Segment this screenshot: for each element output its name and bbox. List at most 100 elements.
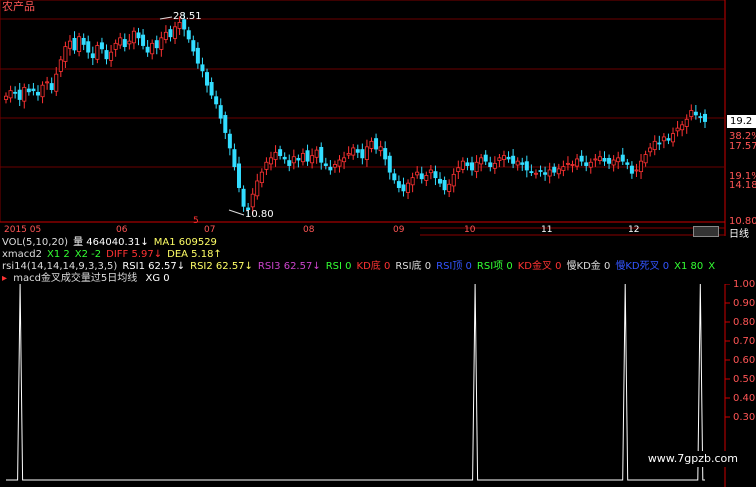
candle-body <box>118 37 123 46</box>
indicator-label: 0.50 <box>733 374 756 385</box>
candle-body <box>232 149 237 168</box>
candle-body <box>81 37 86 45</box>
candle-body <box>49 83 54 90</box>
price-chart-svg <box>0 0 726 236</box>
indicator-label: 0.60 <box>733 355 756 366</box>
candle-body <box>35 91 40 96</box>
candle-body <box>241 188 246 207</box>
candle-body <box>652 140 657 150</box>
candle-body <box>639 160 644 173</box>
candle-body <box>524 161 529 171</box>
candle-body <box>415 171 420 176</box>
candle-body <box>675 127 680 132</box>
indicator-panel[interactable]: 1.00 0.90 0.80 0.70 0.60 0.50 0.40 0.30 <box>0 279 756 487</box>
vol-status-row: VOL(5,10,20) 量 464040.31↓ MA1 609529 <box>2 237 222 249</box>
candle-body <box>154 40 159 49</box>
candle-body <box>54 73 59 92</box>
period-tab-daily[interactable]: 日线 <box>729 225 749 240</box>
candle-body <box>657 142 662 145</box>
macd-field: DIFF 5.97↓ <box>106 249 163 260</box>
candle-body <box>291 156 296 164</box>
candle-body <box>607 157 612 164</box>
candle-body <box>538 170 543 172</box>
indicator-label: 0.70 <box>733 336 756 347</box>
candle-body <box>195 47 200 64</box>
candle-body <box>689 110 694 117</box>
candle-body <box>469 162 474 171</box>
main-chart[interactable]: 农产品 28.51 10.80 5 19.2 38.2% 17.57 19.1%… <box>0 0 756 240</box>
price-label: 14.18 <box>729 180 756 191</box>
candle-body <box>396 181 401 188</box>
candle-body <box>86 41 91 53</box>
candle-body <box>474 161 479 173</box>
candle-body <box>323 163 328 166</box>
candle-body <box>145 46 150 53</box>
candle-body <box>561 166 566 171</box>
candle-body <box>533 172 538 175</box>
candle-body <box>95 45 100 60</box>
candle-body <box>305 150 310 162</box>
candle-body <box>346 153 351 156</box>
candle-body <box>438 178 443 184</box>
candle-body <box>506 156 511 160</box>
candle-body <box>671 133 676 143</box>
formula-name: macd金叉成交量过5日均线 <box>13 273 138 284</box>
candle-body <box>72 37 77 51</box>
current-price-tag: 19.2 <box>730 116 753 127</box>
candle-body <box>488 162 493 168</box>
candle-body <box>177 22 182 29</box>
vol-field: 量 464040.31↓ <box>73 237 149 248</box>
candle-body <box>410 177 415 186</box>
candle-body <box>314 149 319 158</box>
candle-body <box>433 171 438 179</box>
candle-body <box>369 140 374 149</box>
candle-body <box>529 171 534 174</box>
rsi-field: X1 80 <box>674 261 704 272</box>
date-label: 12 <box>628 225 640 235</box>
candle-body <box>501 155 506 160</box>
candle-body <box>104 50 109 60</box>
candle-body <box>570 164 575 166</box>
candle-body <box>575 158 580 167</box>
candle-body <box>597 156 602 161</box>
candle-body <box>620 154 625 162</box>
candle-body <box>616 157 621 163</box>
candle-body <box>552 166 557 173</box>
candle-body <box>515 160 520 166</box>
candle-body <box>492 162 497 169</box>
date-label: 09 <box>393 225 405 235</box>
candle-body <box>588 161 593 168</box>
scroll-thumb[interactable] <box>693 226 719 237</box>
candle-body <box>520 162 525 165</box>
candle-body <box>168 29 173 38</box>
vol-field: MA1 609529 <box>153 237 217 248</box>
indicator-label: 0.40 <box>733 393 756 404</box>
rsi-field: KD金叉 0 <box>517 261 562 272</box>
candle-body <box>428 169 433 174</box>
candle-body <box>451 173 456 187</box>
rsi-field: RSI3 62.57↓ <box>257 261 321 272</box>
rsi-field: RSI1 62.57↓ <box>122 261 186 272</box>
instrument-title: 农产品 <box>2 0 35 13</box>
candle-body <box>378 146 383 152</box>
rsi-field: RSI 0 <box>325 261 352 272</box>
candle-body <box>278 149 283 157</box>
indicator-label: 1.00 <box>733 279 756 290</box>
marker-label: 5 <box>193 216 199 226</box>
candle-body <box>698 116 703 118</box>
candle-body <box>77 36 82 52</box>
candle-body <box>460 160 465 170</box>
candle-body <box>319 146 324 163</box>
candle-body <box>282 156 287 160</box>
candle-body <box>296 157 301 161</box>
candle-body <box>497 157 502 161</box>
indicator-label: 0.80 <box>733 317 756 328</box>
indicator-label: 0.30 <box>733 412 756 423</box>
expand-marker-icon[interactable]: ▸ <box>2 273 7 284</box>
watermark: www.7gpzb.com <box>643 451 742 467</box>
candle-body <box>264 161 269 170</box>
rsi-field: RSI项 0 <box>476 261 513 272</box>
candle-body <box>342 157 347 163</box>
rsi-field: RSI顶 0 <box>436 261 472 272</box>
candle-body <box>543 172 548 175</box>
